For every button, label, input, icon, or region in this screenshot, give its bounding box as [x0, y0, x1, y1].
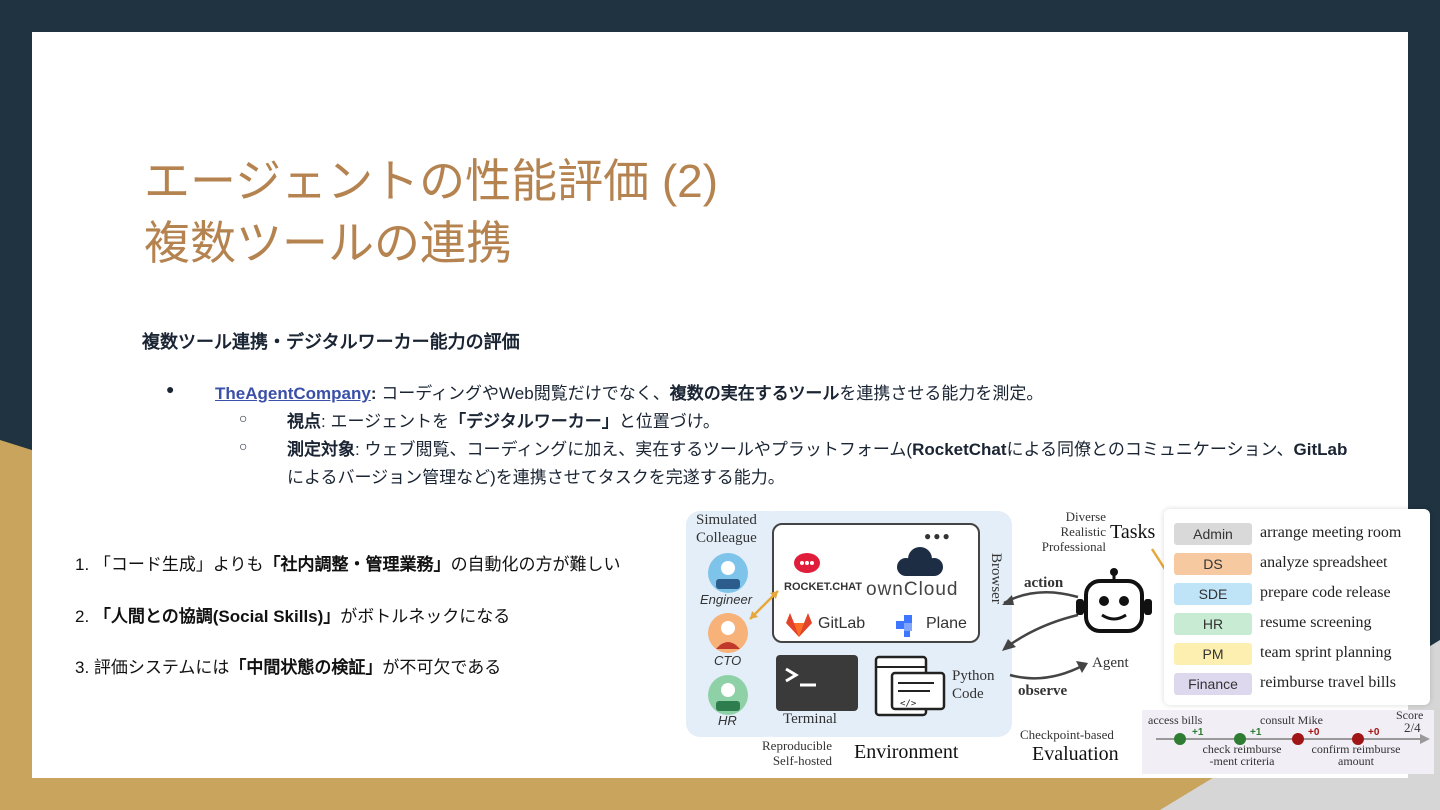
checkpoint-points-4: +0: [1368, 727, 1380, 738]
gitlab-icon: [786, 613, 812, 637]
chat-arrow-icon: [749, 590, 779, 620]
bullet3-text-a: : ウェブ閲覧、コーディングに加え、実在するツールやプラットフォーム(: [355, 440, 913, 459]
task-description: analyze spreadsheet: [1260, 554, 1388, 571]
task-description: reimburse travel bills: [1260, 674, 1396, 691]
task-description: team sprint planning: [1260, 644, 1392, 661]
rocketchat-icon: [794, 553, 820, 573]
sub-bullet-circle-icon: ○: [239, 410, 248, 426]
owncloud-icon: [897, 547, 943, 576]
bullet3-gitlab: GitLab: [1293, 440, 1348, 459]
bullet2-bold2: 「デジタルワーカー」: [449, 412, 619, 431]
bullet-agentcompany: TheAgentCompany: コーディングやWeb閲覧だけでなく、複数の実在…: [215, 379, 1043, 404]
rocketchat-label: ROCKET.CHAT: [784, 581, 863, 593]
bullet3-bold: 測定対象: [287, 440, 355, 459]
hr-label: HR: [718, 713, 737, 728]
simulated-colleague-label: Simulated Colleague: [696, 512, 757, 546]
code-icon: </>: [874, 655, 946, 717]
checkpoint-consult-mike: consult Mike: [1260, 713, 1323, 727]
reproducible-label: Reproducible Self-hosted: [762, 738, 833, 768]
checkpoint-points-1: +1: [1192, 727, 1204, 738]
task-tag-ds: DS: [1174, 553, 1252, 575]
task-tag-admin: Admin: [1174, 523, 1252, 545]
svg-text:</>: </>: [900, 699, 917, 709]
plane-label: Plane: [926, 615, 967, 632]
evaluation-label: Evaluation: [1032, 743, 1119, 765]
task-description: prepare code release: [1260, 584, 1391, 601]
task-description: resume screening: [1260, 614, 1372, 631]
window-dots-icon: ●●●: [924, 529, 952, 543]
numbered-item-1: 1. 「コード生成」よりも「社内調整・管理業務」の自動化の方が難しい: [75, 555, 621, 574]
bullet3-text-b: による同僚とのコミュニケーション、: [1006, 440, 1294, 459]
checkpoint-confirm-amount: confirm reimburse amount: [1311, 742, 1401, 768]
task-tag-hr: HR: [1174, 613, 1252, 635]
bullet1-text-a: コーディングやWeb閲覧だけでなく、: [376, 384, 670, 403]
bullet-dot-icon: ●: [166, 381, 175, 397]
observe-label: observe: [1018, 683, 1068, 699]
browser-window: ●●● ROCKET.CHAT ownCloud GitLab Plane: [772, 523, 980, 643]
bullet-viewpoint: 視点: エージェントを「デジタルワーカー」と位置づけ。: [287, 407, 720, 432]
theagentcompany-link[interactable]: TheAgentCompany: [215, 384, 371, 403]
terminal-label: Terminal: [783, 711, 837, 727]
bullet2-bold: 視点: [287, 412, 321, 431]
plane-icon: [896, 615, 912, 637]
cto-label: CTO: [714, 653, 742, 668]
terminal-icon: [776, 655, 858, 711]
checkpoint-points-2: +1: [1250, 727, 1262, 738]
tasks-note: Diverse Realistic Professional: [1041, 509, 1106, 554]
agent-robot-icon: [1076, 568, 1152, 633]
subheading: 複数ツール連携・デジタルワーカー能力の評価: [142, 332, 520, 352]
bullet-target-line2: によるバージョン管理など)を連携させてタスクを完遂する能力。: [287, 468, 785, 487]
bullet1-bold: 複数の実在するツール: [669, 384, 840, 403]
bullet2-text-b: と位置づけ。: [618, 412, 720, 431]
bullet2-text-a: : エージェントを: [321, 412, 450, 431]
owncloud-label: ownCloud: [866, 579, 959, 600]
slide-title: エージェントの性能評価 (2) 複数ツールの連携: [144, 150, 718, 274]
checkpoint-based-label: Checkpoint-based: [1020, 727, 1114, 742]
tasks-label: Tasks: [1110, 521, 1156, 543]
title-line-2: 複数ツールの連携: [144, 217, 512, 269]
bullet-target: 測定対象: ウェブ閲覧、コーディングに加え、実在するツールやプラットフォーム(R…: [287, 435, 1347, 460]
action-label: action: [1024, 575, 1064, 591]
agentcompany-figure: Simulated Colleague Engineer CTO HR ●●● R…: [686, 505, 1440, 777]
task-tag-pm: PM: [1174, 643, 1252, 665]
gitlab-label: GitLab: [818, 615, 866, 632]
checkpoint-check-criteria: check reimburse -ment criteria: [1202, 742, 1282, 768]
numbered-item-3: 3. 評価システムには「中間状態の検証」が不可欠である: [75, 658, 502, 677]
task-tag-finance: Finance: [1174, 673, 1252, 695]
task-tag-sde: SDE: [1174, 583, 1252, 605]
agent-label: Agent: [1092, 655, 1129, 671]
checkpoint-access-bills: access bills: [1148, 713, 1203, 727]
python-code-label: Python Code: [952, 668, 995, 702]
checkpoint-points-3: +0: [1308, 727, 1320, 738]
title-line-1: エージェントの性能評価 (2): [144, 155, 719, 207]
hr-avatar-icon: [708, 675, 748, 715]
bullet1-text-b: を連携させる能力を測定。: [839, 384, 1044, 403]
numbered-item-2: 2. 「人間との協調(Social Skills)」がボトルネックになる: [75, 607, 511, 626]
environment-label: Environment: [854, 741, 959, 763]
task-description: arrange meeting room: [1260, 524, 1402, 541]
sub-bullet-circle-icon: ○: [239, 438, 248, 454]
bullet3-rocketchat: RocketChat: [912, 440, 1007, 459]
